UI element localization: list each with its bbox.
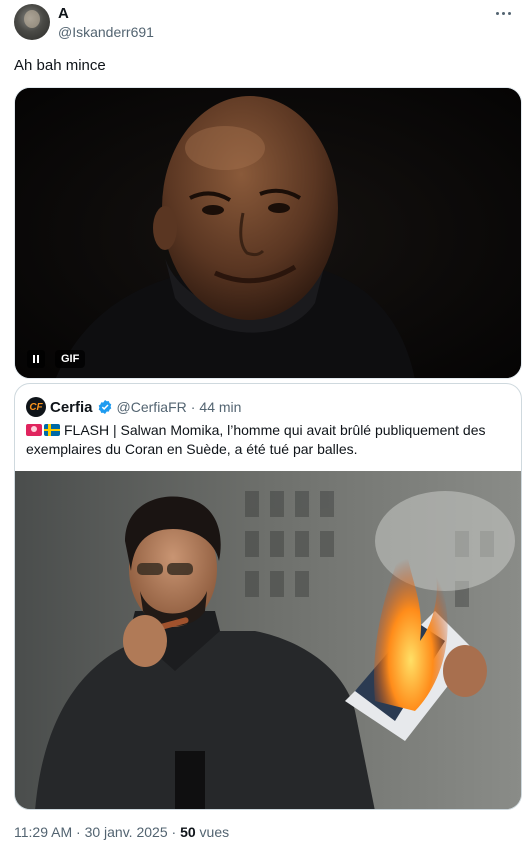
tweet-header: A @Iskanderr691 bbox=[14, 4, 514, 44]
quote-avatar[interactable]: CF bbox=[26, 397, 46, 417]
more-options-icon[interactable] bbox=[494, 6, 514, 22]
post-time[interactable]: 11:29 AM bbox=[14, 824, 72, 840]
tweet-footer: 11:29 AM · 30 janv. 2025 · 50 vues bbox=[14, 824, 229, 840]
verified-badge-icon bbox=[98, 400, 111, 414]
gif-badge: GIF bbox=[55, 350, 86, 368]
sweden-flag-icon bbox=[44, 424, 60, 436]
gif-media[interactable]: GIF bbox=[14, 87, 522, 379]
view-count: 50 bbox=[180, 824, 196, 840]
pause-icon[interactable] bbox=[27, 350, 45, 368]
tweet-text: Ah bah mince bbox=[14, 57, 106, 74]
quote-handle[interactable]: @CerfiaFR bbox=[117, 399, 187, 415]
quote-tweet-card[interactable]: CF Cerfia @CerfiaFR · 44 min FLASH | Sal… bbox=[14, 383, 522, 810]
views-label: vues bbox=[199, 824, 230, 840]
quote-display-name[interactable]: Cerfia bbox=[50, 399, 93, 416]
display-name[interactable]: A bbox=[58, 5, 69, 22]
quote-time[interactable]: 44 min bbox=[199, 399, 241, 415]
user-handle[interactable]: @Iskanderr691 bbox=[58, 24, 154, 40]
post-date[interactable]: 30 janv. 2025 bbox=[85, 824, 168, 840]
burning-book-photo bbox=[15, 471, 521, 809]
quote-header: CF Cerfia @CerfiaFR · 44 min bbox=[26, 397, 241, 417]
footer-separator: · bbox=[76, 824, 81, 840]
siren-icon bbox=[26, 424, 42, 436]
meta-separator: · bbox=[190, 399, 196, 415]
gif-controls: GIF bbox=[27, 350, 86, 368]
footer-separator-2: · bbox=[171, 824, 177, 840]
quote-body: FLASH | Salwan Momika, l’homme qui avait… bbox=[26, 422, 486, 457]
gif-image bbox=[15, 88, 521, 378]
quote-image[interactable] bbox=[15, 471, 521, 809]
quote-text: FLASH | Salwan Momika, l’homme qui avait… bbox=[26, 421, 512, 459]
avatar[interactable] bbox=[14, 4, 50, 40]
